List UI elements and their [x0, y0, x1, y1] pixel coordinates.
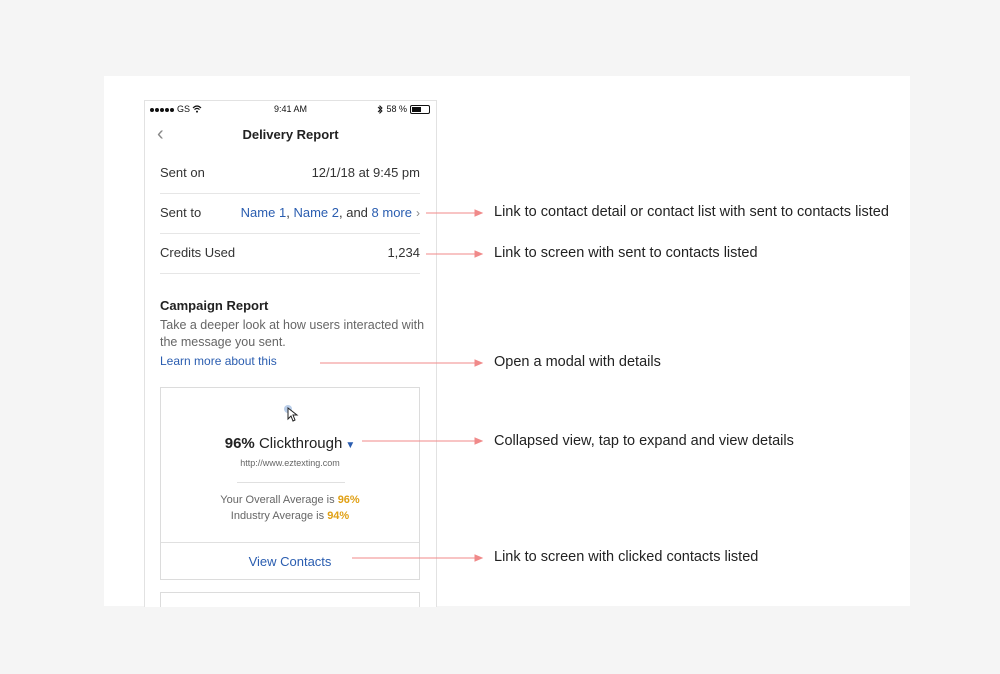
arrow-head-3 — [474, 359, 484, 367]
annotation-view-contacts: Link to screen with clicked contacts lis… — [494, 549, 759, 565]
annotation-arrows — [320, 209, 484, 562]
arrow-head-5 — [474, 554, 484, 562]
arrow-head-1 — [474, 209, 484, 217]
annotation-clickthrough: Collapsed view, tap to expand and view d… — [494, 433, 794, 449]
arrow-head-4 — [474, 437, 484, 445]
annotation-credits: Link to screen with sent to contacts lis… — [494, 245, 758, 261]
arrow-head-2 — [474, 250, 484, 258]
annotation-learn-more: Open a modal with details — [494, 354, 661, 370]
annotation-sent-to: Link to contact detail or contact list w… — [494, 204, 889, 220]
